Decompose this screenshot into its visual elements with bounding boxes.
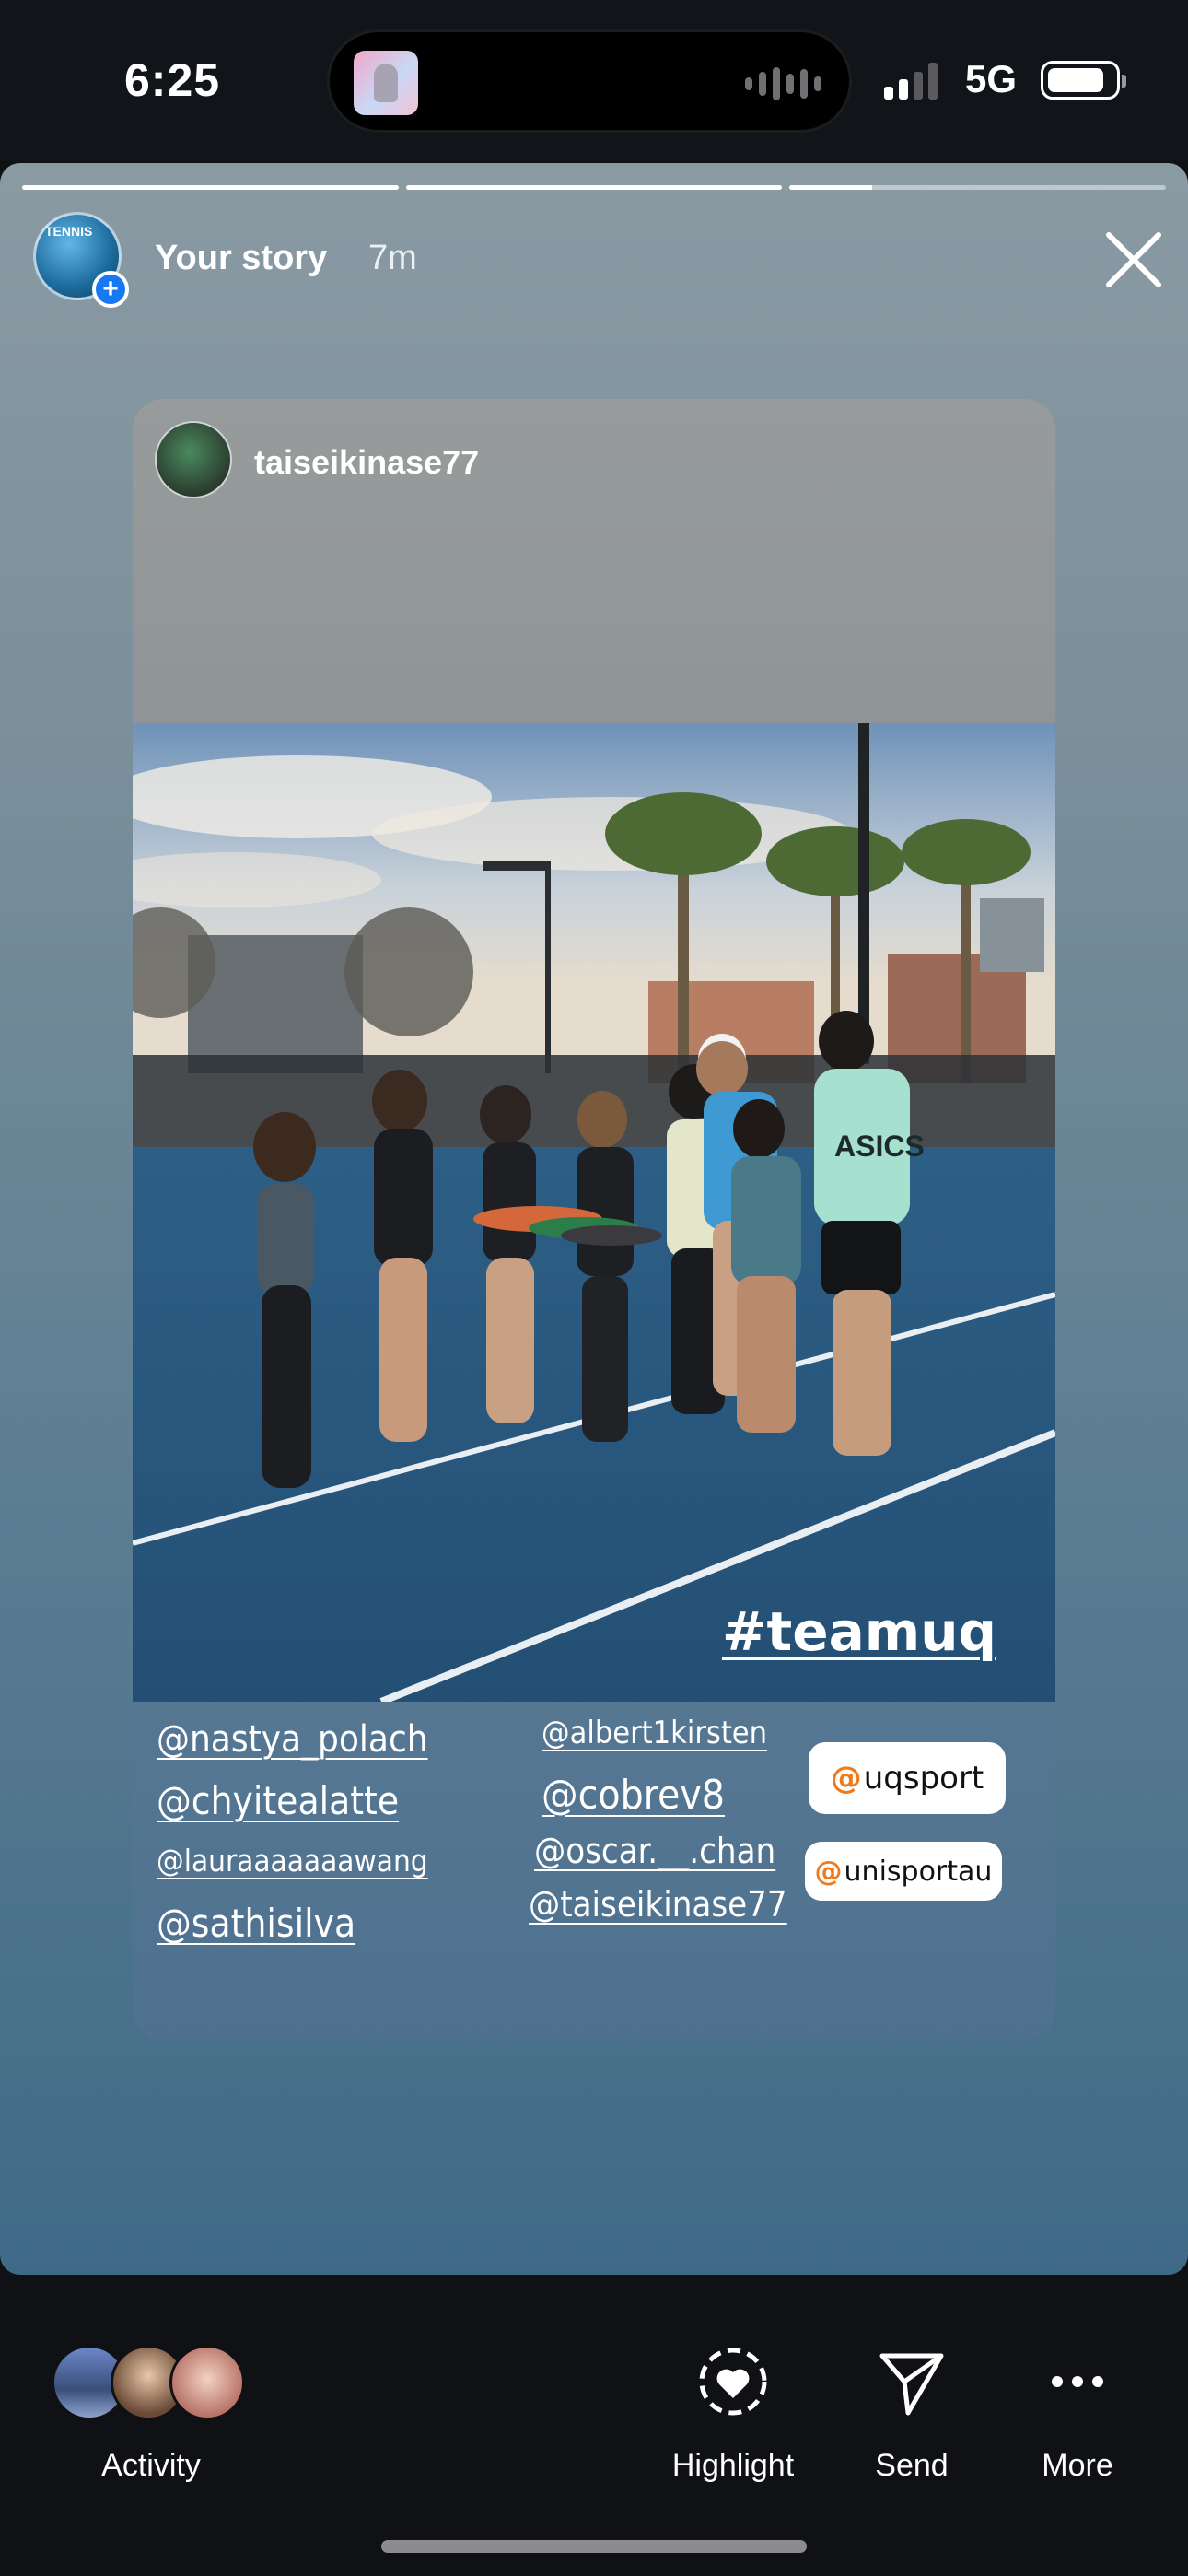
mention-at-symbol: @ [814,1855,843,1888]
mention-chip-uqsport[interactable]: @ uqsport [809,1742,1006,1814]
mention-sticker[interactable]: @chyitealatte [157,1778,399,1823]
add-story-icon[interactable]: + [92,271,129,308]
mention-sticker[interactable]: @taiseikinase77 [529,1884,787,1925]
activity-label[interactable]: Activity [59,2448,243,2484]
story-progress [22,185,1167,190]
highlight-label[interactable]: Highlight [641,2448,825,2484]
shirt-logo-text: ASICS [834,1130,925,1163]
story-timestamp: 7m [368,239,417,277]
chip-label: unisportau [844,1855,993,1888]
chip-label: uqsport [863,1760,984,1797]
battery-icon [1041,61,1126,100]
mention-sticker[interactable]: @sathisilva [157,1901,355,1946]
highlight-icon[interactable] [696,2345,770,2418]
mention-sticker[interactable]: @cobrev8 [542,1772,725,1819]
cellular-signal-icon [884,63,938,100]
send-label[interactable]: Send [820,2448,1004,2484]
home-indicator[interactable] [381,2540,807,2553]
shared-post-card[interactable]: taiseikinase77 ASICS #teamuq @nastya_pol… [133,399,1055,2041]
now-playing-artwork [354,51,418,115]
mention-sticker[interactable]: @lauraaaaaaawang [157,1843,428,1879]
story-username[interactable]: Your story [155,239,327,278]
story-action-bar: Activity Highlight Send More [0,2275,1188,2576]
viewer-avatar [169,2345,245,2420]
status-time: 6:25 [124,54,221,106]
story-progress-segment [405,185,783,190]
post-photo: ASICS #teamuq [133,723,1055,1702]
send-icon[interactable] [875,2345,949,2418]
more-icon[interactable] [1041,2345,1114,2418]
post-author-avatar[interactable] [155,421,232,498]
network-type: 5G [965,57,1018,100]
close-icon[interactable] [1101,228,1166,292]
hashtag-sticker[interactable]: #teamuq [722,1600,996,1663]
mention-sticker[interactable]: @oscar.__.chan [534,1831,775,1871]
post-author-username[interactable]: taiseikinase77 [254,443,479,482]
team-photo-illustration: ASICS [133,723,1055,1702]
story-progress-segment [22,185,399,190]
dynamic-island[interactable] [327,29,852,133]
story-viewer[interactable]: TENNIS + Your story 7m taiseikinase77 AS… [0,163,1188,2275]
more-label[interactable]: More [985,2448,1170,2484]
mention-sticker[interactable]: @nastya_polach [157,1718,428,1761]
story-progress-segment [789,185,1167,190]
avatar-text: TENNIS [45,224,93,239]
mention-at-symbol: @ [830,1760,862,1797]
status-bar: 6:25 5G [0,0,1188,161]
audio-waveform-icon [745,67,821,100]
mention-chip-unisportau[interactable]: @ unisportau [805,1842,1002,1901]
viewer-avatars[interactable] [52,2345,263,2424]
mention-sticker[interactable]: @albert1kirsten [542,1715,767,1751]
